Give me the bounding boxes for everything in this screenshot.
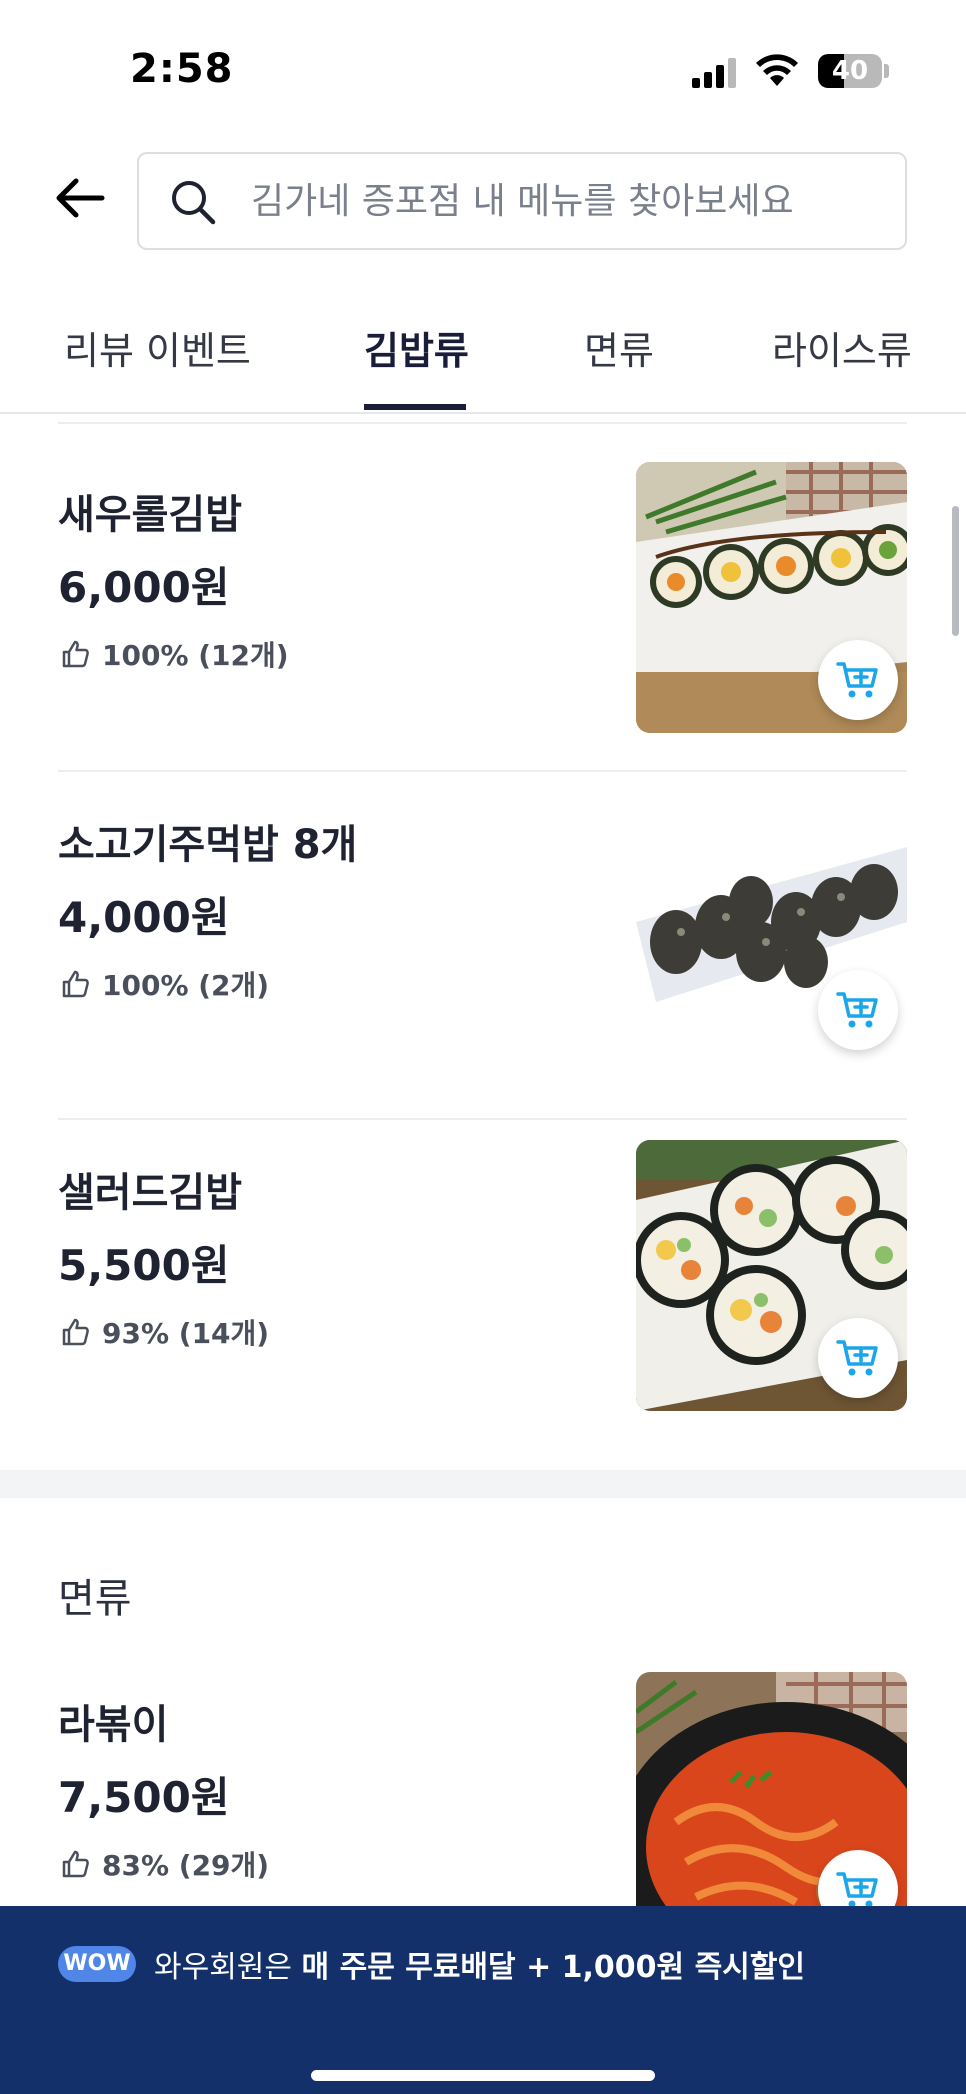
wow-badge: WOW bbox=[58, 1946, 136, 1982]
item-price: 5,500원 bbox=[58, 1241, 230, 1290]
divider bbox=[58, 422, 907, 424]
tab-gimbap[interactable]: 김밥류 bbox=[364, 320, 469, 375]
wow-membership-banner[interactable]: WOW 와우회원은 매 주문 무료배달 + 1,000원 즉시할인 bbox=[0, 1906, 966, 2094]
menu-item-beef-rice-ball[interactable]: 소고기주먹밥 8개 4,000원 100% (2개) bbox=[0, 792, 966, 1160]
status-bar: 2:58 40 bbox=[0, 0, 966, 140]
thumbs-up-icon bbox=[62, 640, 89, 668]
rating-text: 93% (14개) bbox=[102, 1317, 270, 1350]
thumbs-up-icon bbox=[62, 1318, 89, 1346]
signal-icon bbox=[692, 58, 736, 88]
section-separator bbox=[0, 1470, 966, 1498]
thumbs-up-icon bbox=[62, 970, 89, 998]
active-tab-indicator bbox=[364, 404, 466, 410]
add-cart-icon bbox=[836, 1340, 878, 1376]
wow-banner-prefix: 와우회원은 bbox=[154, 1950, 302, 1985]
item-rating: 93% (14개) bbox=[60, 1312, 269, 1352]
item-rating: 100% (12개) bbox=[60, 634, 289, 674]
menu-item-salad-gimbap[interactable]: 샐러드김밥 5,500원 93% (14개) bbox=[0, 1140, 966, 1508]
back-arrow-icon[interactable] bbox=[52, 170, 108, 226]
divider bbox=[58, 1118, 907, 1120]
add-to-cart-button[interactable] bbox=[818, 1318, 898, 1398]
section-title-noodles: 면류 bbox=[58, 1576, 132, 1622]
item-rating: 100% (2개) bbox=[60, 964, 269, 1004]
thumbs-up-icon bbox=[62, 1850, 89, 1878]
category-tabs: 리뷰 이벤트 김밥류 면류 라이스류 bbox=[0, 300, 966, 414]
wow-banner-text: 와우회원은 매 주문 무료배달 + 1,000원 즉시할인 bbox=[154, 1942, 805, 1986]
item-rating: 83% (29개) bbox=[60, 1844, 269, 1884]
rating-text: 83% (29개) bbox=[102, 1849, 270, 1882]
add-cart-icon bbox=[836, 662, 878, 698]
divider bbox=[58, 770, 907, 772]
battery-icon: 40 bbox=[818, 54, 882, 88]
item-name: 새우롤김밥 bbox=[58, 492, 242, 538]
search-input[interactable] bbox=[251, 154, 871, 248]
tab-review-event[interactable]: 리뷰 이벤트 bbox=[64, 320, 251, 375]
item-price: 7,500원 bbox=[58, 1773, 230, 1822]
status-time: 2:58 bbox=[130, 46, 234, 92]
add-cart-icon bbox=[836, 992, 878, 1028]
search-bar[interactable] bbox=[137, 152, 907, 250]
item-name: 샐러드김밥 bbox=[58, 1170, 242, 1216]
tab-noodles[interactable]: 면류 bbox=[584, 320, 654, 375]
scrollbar-thumb[interactable] bbox=[952, 506, 959, 636]
rating-text: 100% (2개) bbox=[102, 969, 270, 1002]
item-price: 4,000원 bbox=[58, 893, 230, 942]
home-indicator bbox=[311, 2070, 655, 2081]
wifi-icon bbox=[756, 54, 798, 86]
battery-level: 40 bbox=[831, 56, 869, 86]
battery-tip bbox=[884, 64, 889, 78]
tab-rice[interactable]: 라이스류 bbox=[772, 320, 912, 375]
item-name: 소고기주먹밥 8개 bbox=[58, 822, 358, 868]
item-price: 6,000원 bbox=[58, 563, 230, 612]
menu-item-shrimp-roll-gimbap[interactable]: 새우롤김밥 6,000원 100% (12개) bbox=[0, 462, 966, 830]
search-icon bbox=[172, 181, 216, 225]
rating-text: 100% (12개) bbox=[102, 639, 289, 672]
add-to-cart-button[interactable] bbox=[818, 640, 898, 720]
item-name: 라볶이 bbox=[58, 1702, 169, 1748]
wow-banner-highlight: 매 주문 무료배달 + 1,000원 즉시할인 bbox=[301, 1950, 805, 1985]
add-to-cart-button[interactable] bbox=[818, 970, 898, 1050]
